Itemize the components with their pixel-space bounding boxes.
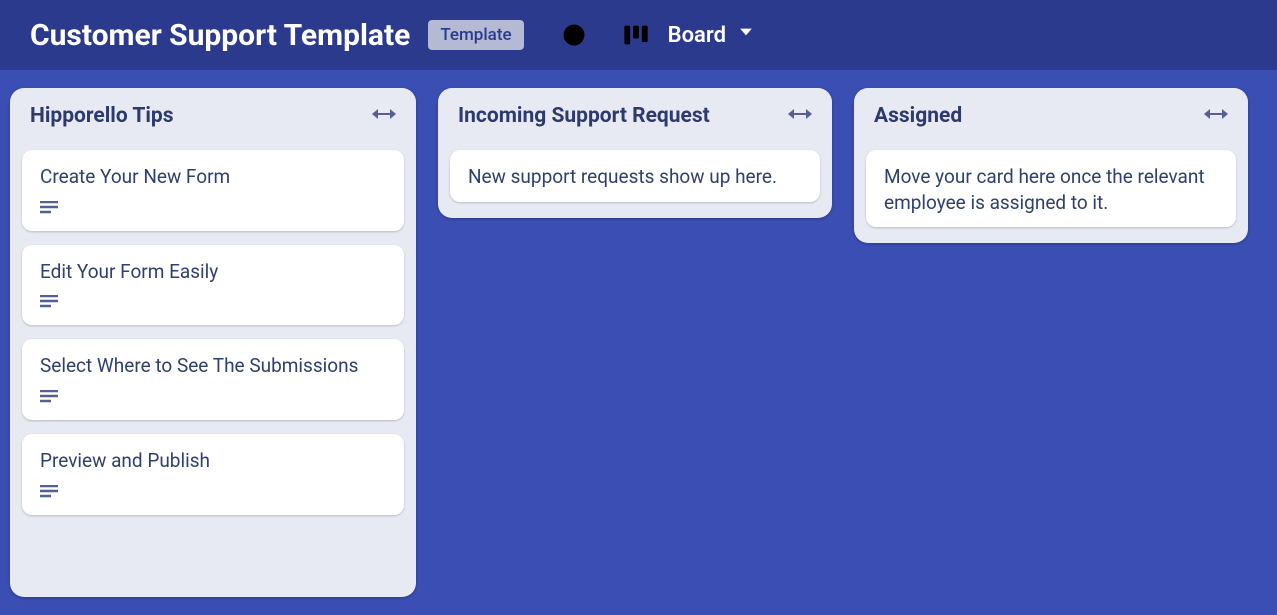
list-header[interactable]: Assigned xyxy=(854,88,1248,136)
card-title: Create Your New Form xyxy=(40,164,386,190)
card-title: Preview and Publish xyxy=(40,448,386,474)
list-header[interactable]: Incoming Support Request xyxy=(438,88,832,136)
card[interactable]: Preview and Publish xyxy=(22,434,404,515)
collapse-icon[interactable] xyxy=(372,105,396,127)
topbar: Customer Support Template Template Board xyxy=(0,0,1277,70)
description-icon xyxy=(40,200,58,219)
card[interactable]: Move your card here once the relevant em… xyxy=(866,150,1236,227)
list-title: Assigned xyxy=(874,104,962,128)
board-area: Hipporello Tips Create Your New Form Edi… xyxy=(0,70,1277,615)
list-incoming-support: Incoming Support Request New support req… xyxy=(438,88,832,218)
board-view-label: Board xyxy=(668,23,726,48)
description-icon xyxy=(40,389,58,408)
description-icon xyxy=(40,294,58,313)
list-title: Hipporello Tips xyxy=(30,104,174,128)
chevron-down-icon xyxy=(736,22,756,48)
collapse-icon[interactable] xyxy=(1204,105,1228,127)
collapse-icon[interactable] xyxy=(788,105,812,127)
card[interactable]: New support requests show up here. xyxy=(450,150,820,202)
description-icon xyxy=(40,484,58,503)
list-body: Move your card here once the relevant em… xyxy=(854,136,1248,243)
list-body: New support requests show up here. xyxy=(438,136,832,218)
template-badge[interactable]: Template xyxy=(428,20,523,50)
board-icon xyxy=(622,21,650,49)
card[interactable]: Edit Your Form Easily xyxy=(22,245,404,326)
card-title: Select Where to See The Submissions xyxy=(40,353,386,379)
list-body: Create Your New Form Edit Your Form Easi… xyxy=(10,136,416,527)
list-hipporello-tips: Hipporello Tips Create Your New Form Edi… xyxy=(10,88,416,597)
card[interactable]: Create Your New Form xyxy=(22,150,404,231)
list-header[interactable]: Hipporello Tips xyxy=(10,88,416,136)
card-title: New support requests show up here. xyxy=(468,164,802,190)
board-title[interactable]: Customer Support Template xyxy=(30,18,410,53)
card-title: Move your card here once the relevant em… xyxy=(884,164,1218,215)
list-title: Incoming Support Request xyxy=(458,104,710,128)
card[interactable]: Select Where to See The Submissions xyxy=(22,339,404,420)
globe-icon[interactable] xyxy=(560,21,588,49)
board-view-button[interactable]: Board xyxy=(668,22,756,48)
card-title: Edit Your Form Easily xyxy=(40,259,386,285)
list-assigned: Assigned Move your card here once the re… xyxy=(854,88,1248,243)
